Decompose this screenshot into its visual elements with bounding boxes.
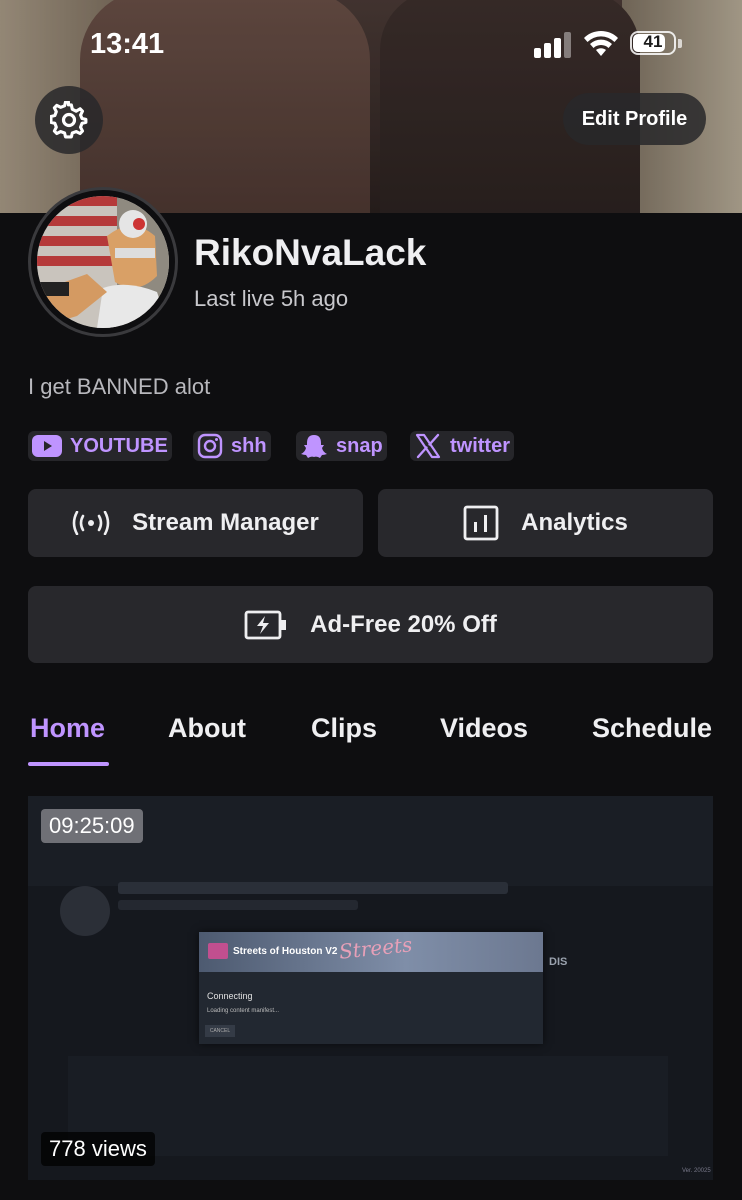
profile-tabs: Home About Clips Videos Schedule	[0, 705, 742, 766]
game-logo-icon	[208, 943, 228, 959]
edit-profile-button[interactable]: Edit Profile	[563, 93, 706, 145]
thumbnail-status: Connecting	[207, 991, 253, 1001]
thumbnail-dialog: Streets of Houston V2 Streets Connecting…	[199, 932, 543, 1044]
tab-home[interactable]: Home	[30, 713, 105, 744]
analytics-button[interactable]: Analytics	[378, 489, 713, 557]
video-views-badge: 778 views	[41, 1132, 155, 1166]
instagram-icon	[197, 433, 223, 459]
tab-clips[interactable]: Clips	[311, 713, 377, 744]
video-duration-badge: 09:25:09	[41, 809, 143, 843]
social-link-youtube[interactable]: YOUTUBE	[28, 431, 172, 461]
ad-free-label: Ad-Free 20% Off	[310, 610, 497, 638]
thumbnail-cancel: CANCEL	[205, 1025, 235, 1037]
social-link-instagram[interactable]: shh	[193, 431, 271, 461]
social-link-label: shh	[231, 434, 267, 457]
cellular-signal-icon	[534, 32, 571, 58]
x-icon	[415, 433, 441, 459]
active-tab-indicator	[28, 762, 109, 766]
status-bar: 13:41 41	[0, 0, 742, 90]
avatar[interactable]	[28, 187, 178, 337]
battery-icon: 41	[630, 31, 684, 57]
thumbnail-side-text: DIS	[549, 956, 568, 968]
last-live-text: Last live 5h ago	[194, 286, 349, 311]
social-link-twitter[interactable]: twitter	[410, 431, 514, 461]
tab-schedule[interactable]: Schedule	[592, 713, 712, 744]
ad-free-button[interactable]: Ad-Free 20% Off	[28, 586, 713, 663]
snapchat-icon	[301, 435, 327, 458]
social-link-label: YOUTUBE	[70, 434, 168, 457]
youtube-icon	[32, 435, 62, 457]
wifi-icon	[584, 30, 618, 56]
thumbnail-dialog-title: Streets of Houston V2	[233, 946, 338, 957]
video-thumbnail[interactable]: Streets of Houston V2 Streets Connecting…	[28, 796, 713, 1180]
battery-bolt-icon	[244, 609, 288, 641]
broadcast-icon	[72, 511, 110, 535]
tab-videos[interactable]: Videos	[440, 713, 528, 744]
social-link-label: snap	[336, 434, 383, 457]
thumbnail-substatus: Loading content manifest...	[207, 1008, 280, 1014]
social-link-snapchat[interactable]: snap	[296, 431, 387, 461]
stream-manager-label: Stream Manager	[132, 509, 319, 536]
analytics-label: Analytics	[521, 509, 628, 536]
username: RikoNvaLack	[194, 232, 427, 273]
analytics-icon	[463, 505, 499, 541]
avatar-image	[37, 196, 169, 328]
status-time: 13:41	[90, 28, 165, 60]
settings-button[interactable]	[35, 86, 103, 154]
stream-manager-button[interactable]: Stream Manager	[28, 489, 363, 557]
tab-about[interactable]: About	[168, 713, 246, 744]
bio-text: I get BANNED alot	[28, 374, 211, 399]
gear-icon	[50, 101, 88, 139]
battery-level: 41	[643, 32, 663, 51]
social-link-label: twitter	[450, 434, 510, 457]
thumbnail-version: Ver. 20025	[682, 1168, 711, 1174]
